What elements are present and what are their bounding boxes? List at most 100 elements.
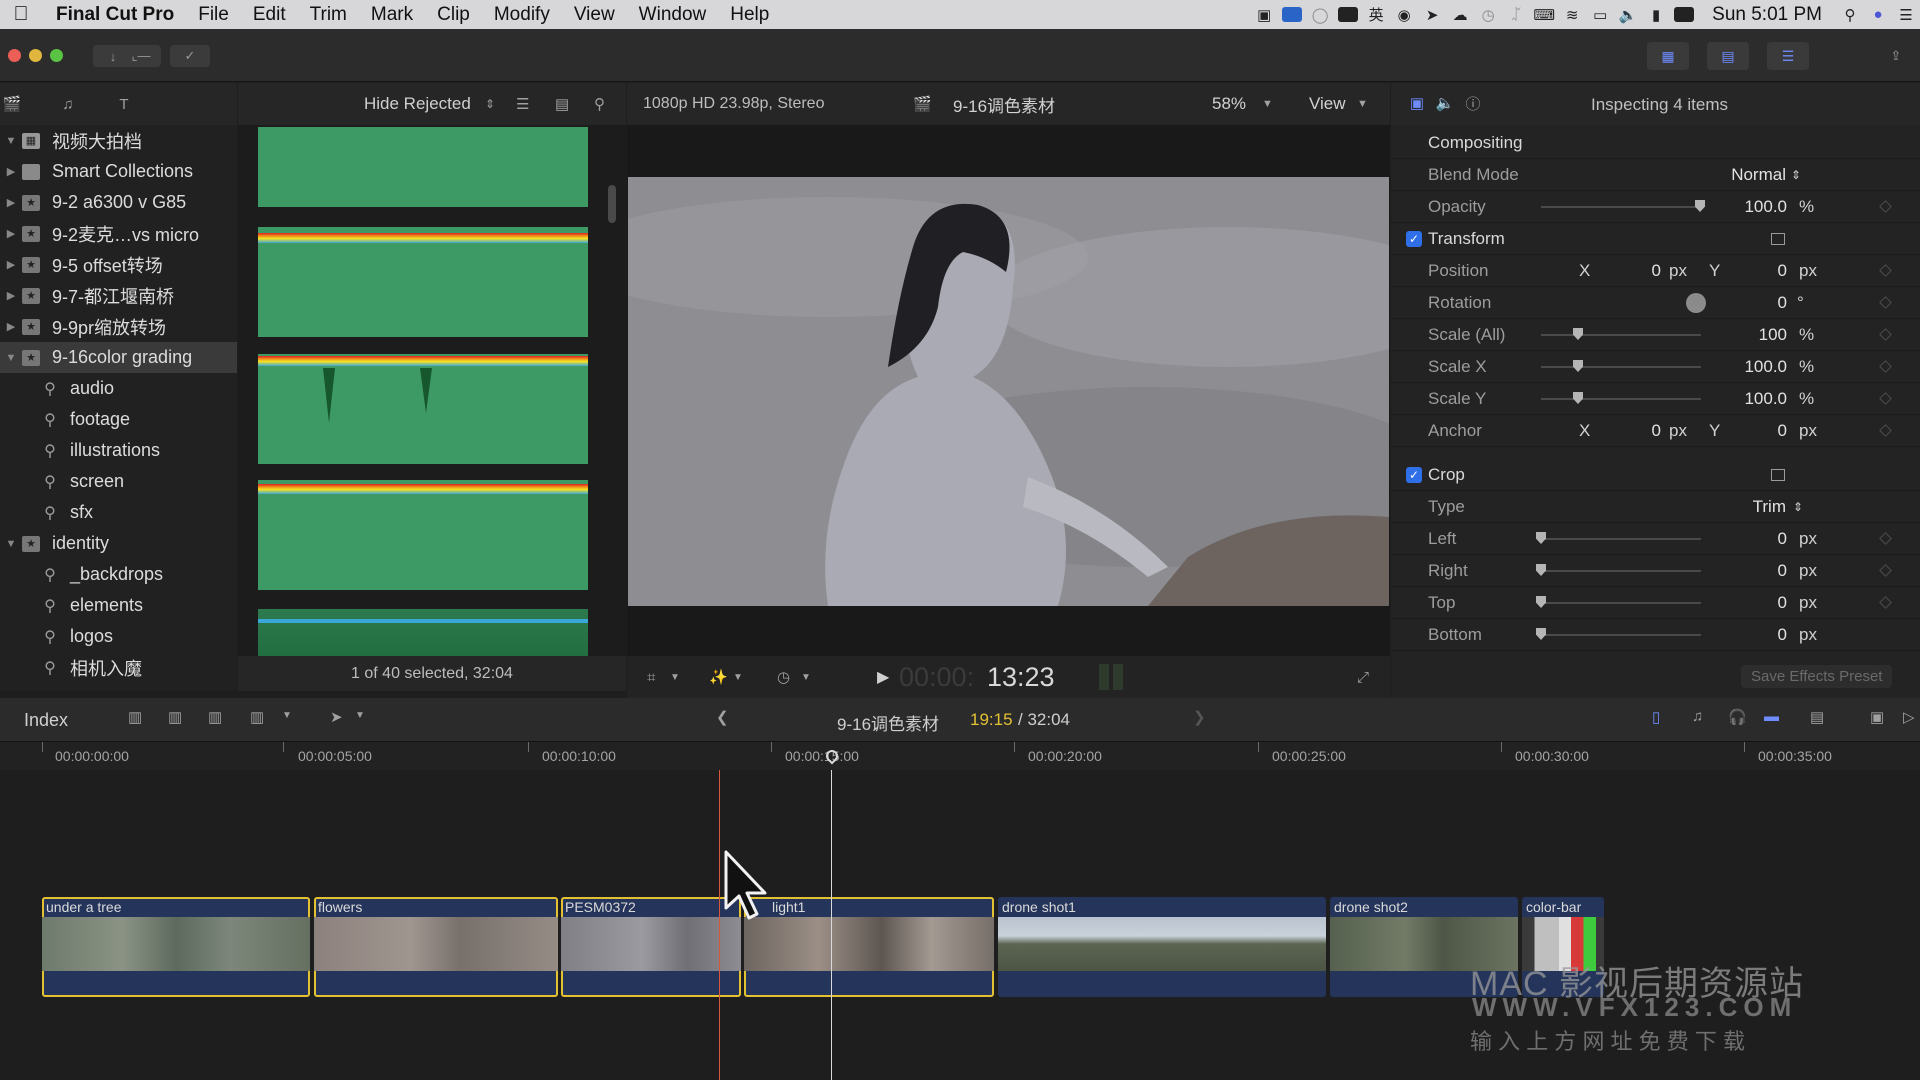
photos-audio-icon[interactable]: ♫ (56, 92, 80, 116)
sidebar-item-keyword[interactable]: ⚲ logos (0, 621, 237, 652)
keyboard-icon[interactable]: ⌨ (1530, 0, 1558, 29)
scale-y-slider-knob[interactable] (1573, 392, 1583, 404)
info-inspector-icon[interactable]: ⓘ (1463, 93, 1483, 113)
save-effects-preset-button[interactable]: Save Effects Preset (1741, 665, 1893, 688)
notification-center-icon[interactable]: ☰ (1892, 0, 1920, 29)
browser-clip-thumbnail[interactable] (258, 609, 588, 656)
effects-browser-icon[interactable]: ▣ (1870, 708, 1884, 726)
opacity-slider-knob[interactable] (1695, 200, 1705, 212)
background-tasks-button[interactable]: ✓ (170, 45, 210, 67)
zoom-window-button[interactable] (50, 49, 63, 62)
chevron-down-icon[interactable]: ▼ (801, 672, 811, 683)
audio-skimming-icon[interactable]: ♫ (1692, 708, 1703, 725)
clock[interactable]: Sun 5:01 PM (1698, 4, 1836, 26)
anchor-y-value[interactable]: 0 (1731, 421, 1787, 441)
airplay-icon[interactable]: ▭ (1586, 0, 1614, 29)
sidebar-item-keyword[interactable]: ⚲ elements (0, 590, 237, 621)
video-inspector-icon[interactable]: ▣ (1407, 93, 1427, 113)
keyframe-icon[interactable] (1879, 596, 1892, 609)
scale-y-slider[interactable] (1541, 398, 1701, 400)
keyframe-icon[interactable] (1879, 296, 1892, 309)
scale-all-slider[interactable] (1541, 334, 1701, 336)
crop-icon[interactable]: ⌗ (647, 669, 655, 686)
apple-menu-icon[interactable]:  (0, 3, 42, 26)
scale-x-slider-knob[interactable] (1573, 360, 1583, 372)
insert-clip-icon[interactable]: ▥ (168, 708, 182, 726)
keyframe-icon[interactable] (1879, 392, 1892, 405)
siri-icon[interactable]: ● (1864, 0, 1892, 29)
forward-arrow-icon[interactable]: ❯ (1193, 708, 1206, 726)
timeline-clip[interactable]: light1 (744, 897, 994, 997)
snapping-icon[interactable]: ▬ (1764, 708, 1779, 725)
crop-bottom-slider[interactable] (1541, 634, 1701, 636)
crop-top-slider-knob[interactable] (1536, 596, 1546, 608)
crop-left-slider-knob[interactable] (1536, 532, 1546, 544)
fullscreen-icon[interactable]: ⤢ (1357, 669, 1369, 686)
disclosure-right-icon[interactable]: ▶ (0, 227, 22, 240)
telegram-icon[interactable]: ➤ (1418, 0, 1446, 29)
sidebar-item-event[interactable]: ▶ ★ 9-5 offset转场 (0, 249, 237, 280)
menu-modify[interactable]: Modify (482, 4, 562, 26)
blend-mode-select[interactable]: Normal (1691, 165, 1786, 185)
opacity-value[interactable]: 100.0 (1721, 197, 1787, 217)
wifi-icon[interactable]: ≋ (1558, 0, 1586, 29)
libraries-icon[interactable]: 🎬 (0, 92, 24, 116)
view-menu[interactable]: View (1309, 94, 1346, 114)
crop-bottom-slider-knob[interactable] (1536, 628, 1546, 640)
spotlight-icon[interactable]: ⚲ (1836, 0, 1864, 29)
titles-generators-icon[interactable]: T (112, 92, 136, 116)
menu-trim[interactable]: Trim (298, 4, 359, 26)
rotation-value[interactable]: 0 (1731, 293, 1787, 313)
disclosure-down-icon[interactable]: ▼ (0, 135, 22, 147)
transitions-browser-icon[interactable]: ▷ (1903, 708, 1915, 726)
sidebar-item-event[interactable]: ▼ ★ identity (0, 528, 237, 559)
retime-speedometer-icon[interactable]: ◷ (777, 668, 790, 686)
sidebar-item-keyword[interactable]: ⚲ audio (0, 373, 237, 404)
menu-clip[interactable]: Clip (425, 4, 482, 26)
sidebar-item-keyword[interactable]: ⚲ _backdrops (0, 559, 237, 590)
crop-right-slider[interactable] (1541, 570, 1701, 572)
inspector-layout-button[interactable]: ☰ (1767, 42, 1809, 70)
timeline-clip[interactable]: drone shot1 (998, 897, 1326, 997)
timeline-area[interactable]: under a tree flowers PESM0372 light1 dro… (0, 770, 1920, 1080)
position-y-value[interactable]: 0 (1731, 261, 1787, 281)
sidebar-item-event[interactable]: ▶ ★ 9-7-都江堰南桥 (0, 280, 237, 311)
keyframe-icon[interactable] (1879, 360, 1892, 373)
app-icon-s[interactable] (1670, 0, 1698, 29)
crop-right-value[interactable]: 0 (1721, 561, 1787, 581)
bluetooth-icon[interactable]: ᛢ (1502, 0, 1530, 29)
crop-top-slider[interactable] (1541, 602, 1701, 604)
headphones-icon[interactable]: 🎧 (1728, 708, 1747, 726)
close-window-button[interactable] (8, 49, 21, 62)
transform-section[interactable]: ✓ Transform (1391, 223, 1920, 255)
time-machine-icon[interactable]: ◷ (1474, 0, 1502, 29)
disk-icon[interactable]: ◯ (1306, 0, 1334, 29)
sidebar-item-event-selected[interactable]: ▼ ★ 9-16color grading (0, 342, 237, 373)
append-clip-icon[interactable]: ▥ (208, 708, 222, 726)
sidebar-item-keyword[interactable]: ⚲ 相机入魔 (0, 652, 237, 683)
overwrite-clip-icon[interactable]: ▥ (250, 708, 264, 726)
disclosure-right-icon[interactable]: ▶ (0, 320, 22, 333)
crop-left-value[interactable]: 0 (1721, 529, 1787, 549)
filmstrip-view-icon[interactable]: ▤ (555, 95, 569, 113)
timeline-clip[interactable]: under a tree (42, 897, 310, 997)
browser-clip-thumbnail[interactable] (258, 480, 588, 590)
browser-clip-thumbnail[interactable] (258, 227, 588, 337)
enhance-wand-icon[interactable]: ✨ (709, 668, 728, 686)
timeline-clip[interactable]: PESM0372 (561, 897, 741, 997)
keywords-button[interactable]: ⌞— (121, 45, 161, 67)
menu-view[interactable]: View (562, 4, 627, 26)
search-icon[interactable]: ⚲ (594, 95, 605, 113)
keyframe-icon[interactable] (1879, 264, 1892, 277)
playhead-line[interactable] (831, 770, 832, 1080)
wechat-icon[interactable]: ◉ (1390, 0, 1418, 29)
timecode-display[interactable]: 13:23 (987, 662, 1055, 693)
sidebar-item-library[interactable]: ▼ ▦ 视频大拍档 (0, 125, 237, 156)
menu-file[interactable]: File (186, 4, 241, 26)
sidebar-item-event[interactable]: ▶ ★ 9-9pr缩放转场 (0, 311, 237, 342)
menu-mark[interactable]: Mark (359, 4, 425, 26)
onscreen-controls-icon[interactable] (1771, 232, 1785, 245)
crop-checkbox[interactable]: ✓ (1406, 466, 1422, 483)
scale-x-slider[interactable] (1541, 366, 1701, 368)
rotation-dial[interactable] (1686, 292, 1706, 313)
